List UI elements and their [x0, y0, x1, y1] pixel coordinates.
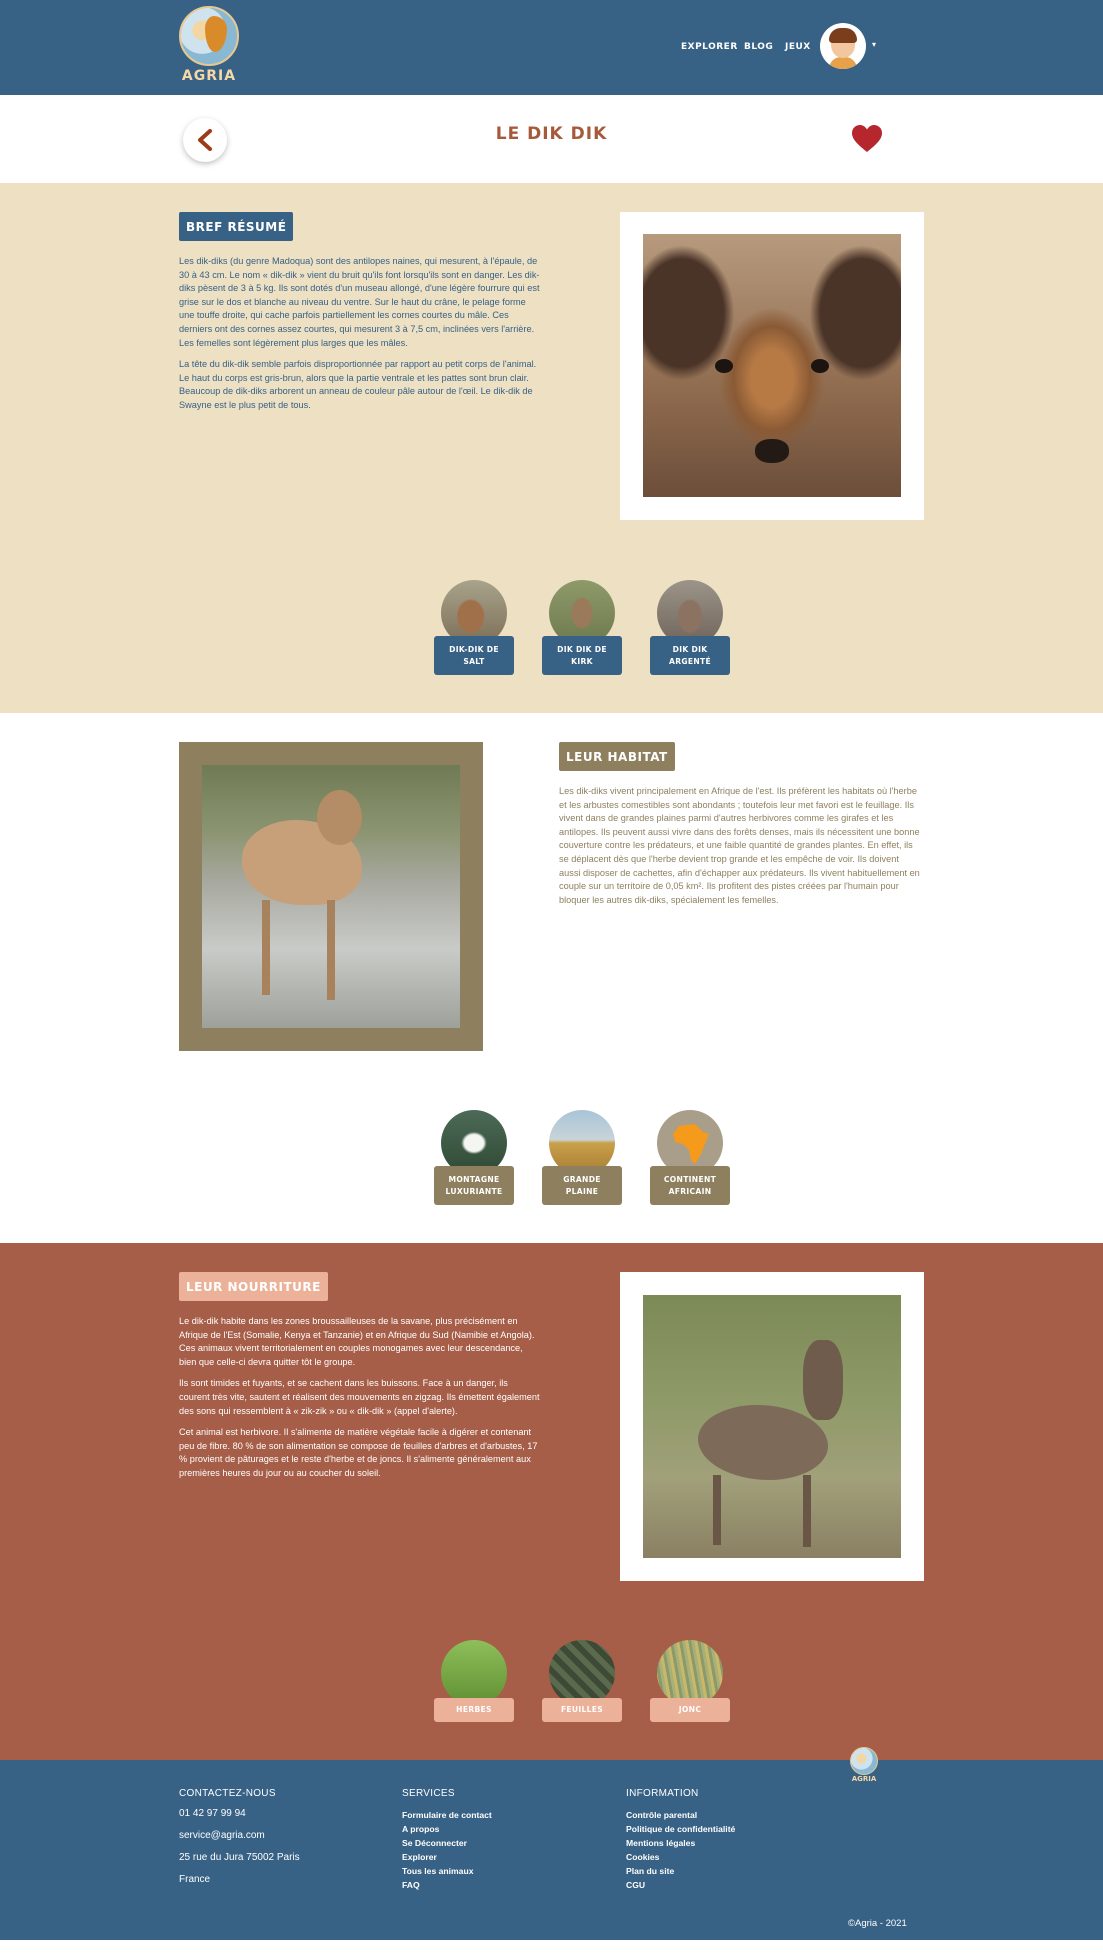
footer-phone[interactable]: 01 42 97 99 94 [179, 1808, 300, 1819]
footer-contact-title: CONTACTEZ-NOUS [179, 1788, 276, 1799]
thumb-label: JONC [650, 1698, 730, 1722]
footer-link-legal[interactable]: Mentions légales [626, 1836, 735, 1850]
thumb-herbes[interactable]: HERBES [434, 1640, 514, 1738]
footer [0, 1760, 1103, 1940]
thumb-feuilles[interactable]: FEUILLES [542, 1640, 622, 1738]
food-paragraph-1: Le dik-dik habite dans les zones broussa… [179, 1316, 535, 1367]
footer-link-logout[interactable]: Se Déconnecter [402, 1836, 492, 1850]
nav-blog[interactable]: BLOG [744, 42, 773, 52]
food-tag: LEUR NOURRITURE [179, 1272, 328, 1301]
top-navigation-bar: AGRIA EXPLORER BLOG JEUX ▾ [0, 0, 1103, 95]
dikdik-portrait-photo [643, 234, 901, 497]
dikdik-standing-photo [202, 765, 460, 1028]
food-photo-frame [620, 1272, 924, 1581]
footer-link-cgu[interactable]: CGU [626, 1878, 735, 1892]
footer-services-title: SERVICES [402, 1788, 455, 1799]
summary-text: Les dik-diks (du genre Madoqua) sont des… [179, 255, 541, 421]
summary-paragraph-1: Les dik-diks (du genre Madoqua) sont des… [179, 256, 540, 348]
thumb-image [441, 1640, 507, 1706]
thumb-label: GRANDE PLAINE [542, 1166, 622, 1205]
footer-link-cookies[interactable]: Cookies [626, 1850, 735, 1864]
footer-information-title: INFORMATION [626, 1788, 699, 1799]
page-title: LE DIK DIK [495, 124, 608, 144]
footer-contact: CONTACTEZ-NOUS 01 42 97 99 94 service@ag… [179, 1788, 300, 1896]
habitat-text: Les dik-diks vivent principalement en Af… [559, 785, 921, 915]
thumb-label: CONTINENT AFRICAIN [650, 1166, 730, 1205]
thumb-continent[interactable]: CONTINENT AFRICAIN [650, 1110, 730, 1208]
thumb-plaine[interactable]: GRANDE PLAINE [542, 1110, 622, 1208]
copyright: ©Agria - 2021 [848, 1918, 907, 1929]
footer-logo[interactable]: AGRIA [850, 1747, 878, 1787]
habitat-paragraph-1: Les dik-diks vivent principalement en Af… [559, 786, 920, 905]
caret-down-icon[interactable]: ▾ [872, 40, 876, 49]
user-avatar[interactable] [820, 23, 866, 69]
footer-link-about[interactable]: A propos [402, 1822, 492, 1836]
footer-country: France [179, 1874, 211, 1885]
habitat-photo-frame [179, 742, 483, 1051]
thumb-dikdik-argente[interactable]: DIK DIK ARGENTÉ [650, 580, 730, 678]
food-paragraph-2: Ils sont timides et fuyants, et se cache… [179, 1378, 540, 1416]
footer-link-contact-form[interactable]: Formulaire de contact [402, 1808, 492, 1822]
thumb-dikdik-kirk[interactable]: DIK DIK DE KIRK [542, 580, 622, 678]
thumb-image [549, 1640, 615, 1706]
summary-tag: BREF RÉSUMÉ [179, 212, 294, 241]
dikdik-bush-photo [643, 1295, 901, 1558]
heart-icon[interactable] [851, 124, 883, 154]
footer-information: INFORMATION Contrôle parental Politique … [626, 1788, 735, 1892]
thumb-label: HERBES [434, 1698, 514, 1722]
thumb-label: DIK DIK DE KIRK [542, 636, 622, 675]
footer-link-explore[interactable]: Explorer [402, 1850, 492, 1864]
food-text: Le dik-dik habite dans les zones broussa… [179, 1315, 541, 1489]
thumb-label: FEUILLES [542, 1698, 622, 1722]
thumb-label: DIK DIK ARGENTÉ [650, 636, 730, 675]
thumb-jonc[interactable]: JONC [650, 1640, 730, 1738]
habitat-tag: LEUR HABITAT [559, 742, 675, 771]
footer-logo-text: AGRIA [851, 1775, 877, 1783]
summary-paragraph-2: La tête du dik-dik semble parfois dispro… [179, 359, 537, 410]
nav-explorer[interactable]: EXPLORER [681, 42, 738, 52]
footer-email[interactable]: service@agria.com [179, 1830, 300, 1841]
footer-link-faq[interactable]: FAQ [402, 1878, 492, 1892]
thumb-dikdik-salt[interactable]: DIK-DIK DE SALT [434, 580, 514, 678]
logo-text: AGRIA [181, 68, 237, 84]
footer-link-all-animals[interactable]: Tous les animaux [402, 1864, 492, 1878]
logo-globe-icon [850, 1747, 878, 1775]
footer-link-privacy[interactable]: Politique de confidentialité [626, 1822, 735, 1836]
thumb-image [657, 1640, 723, 1706]
thumb-label: MONTAGNE LUXURIANTE [434, 1166, 514, 1205]
footer-address: 25 rue du Jura 75002 Paris [179, 1852, 300, 1863]
nav-jeux[interactable]: JEUX [785, 42, 811, 52]
thumb-label: DIK-DIK DE SALT [434, 636, 514, 675]
footer-services: SERVICES Formulaire de contact A propos … [402, 1788, 492, 1892]
summary-photo-frame [620, 212, 924, 520]
logo-globe-icon [179, 6, 239, 66]
footer-link-sitemap[interactable]: Plan du site [626, 1864, 735, 1878]
food-paragraph-3: Cet animal est herbivore. Il s'alimente … [179, 1427, 538, 1478]
thumb-montagne[interactable]: MONTAGNE LUXURIANTE [434, 1110, 514, 1208]
page-bottom-strip [0, 1940, 1103, 1960]
agria-logo[interactable]: AGRIA [179, 6, 239, 86]
footer-link-parental-control[interactable]: Contrôle parental [626, 1808, 735, 1822]
